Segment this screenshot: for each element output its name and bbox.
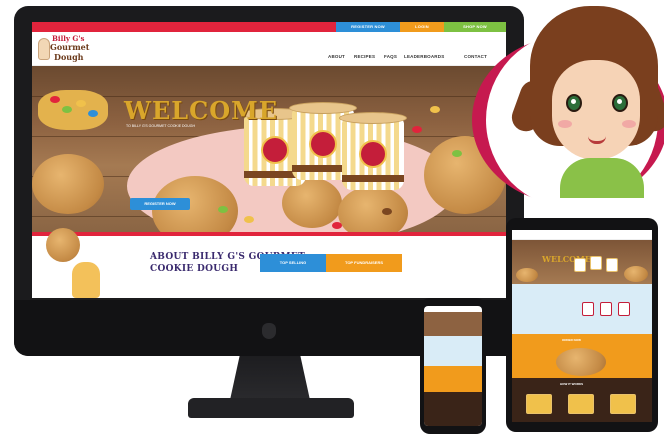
tablet-about-section	[512, 284, 652, 334]
phone-website-screen	[424, 306, 482, 426]
tablet-how-text: HOW IT WORKS	[560, 382, 584, 386]
site-logo[interactable]: Billy G's Gourmet Dough	[38, 34, 94, 64]
girl-shirt	[560, 158, 644, 198]
logo-line-2: Gourmet	[50, 42, 90, 52]
chef-mascot-icon	[38, 38, 50, 60]
phone-order-section	[424, 366, 482, 392]
girl-face	[552, 60, 640, 160]
phone-hero	[424, 312, 482, 336]
register-button[interactable]: REGISTER NOW	[336, 22, 400, 32]
tablet-hero: WELCOME	[512, 240, 652, 284]
nav-contact[interactable]: CONTACT	[464, 54, 487, 59]
phone-about-section	[424, 336, 482, 366]
nav-leaderboards[interactable]: LEADERBOARDS	[404, 54, 444, 59]
cheek	[622, 120, 636, 128]
tab-top-fundraisers[interactable]: TOP FUNDRAISERS	[326, 254, 402, 272]
tablet-order-text: ORDER NOW	[562, 338, 581, 342]
left-eye-icon	[566, 94, 582, 112]
phone-how-it-works	[424, 392, 482, 426]
divider	[32, 232, 506, 236]
mascot-kid-image	[72, 262, 100, 298]
candy-bowl	[38, 90, 108, 130]
cookie-dough-tub	[339, 112, 407, 190]
cheek	[558, 120, 572, 128]
imac-stand-neck	[230, 356, 310, 400]
desktop-website-screen: REGISTER NOW LOGIN SHOP NOW Billy G's Go…	[32, 22, 506, 298]
hero-subtitle: TO BILLY G'S GOURMET COOKIE DOUGH	[126, 124, 196, 128]
apple-logo-icon	[262, 323, 276, 339]
cookie-image	[338, 186, 408, 232]
tablet-order-section: ORDER NOW	[512, 334, 652, 378]
hero-register-button[interactable]: REGISTER NOW	[130, 198, 190, 210]
right-eye-icon	[612, 94, 628, 112]
logo-line-3: Dough	[54, 52, 84, 62]
login-button[interactable]: LOGIN	[400, 22, 444, 32]
hero-banner: WELCOME TO BILLY G'S GOURMET COOKIE DOUG…	[32, 66, 506, 232]
shop-now-button[interactable]: SHOP NOW	[444, 22, 506, 32]
nav-recipes[interactable]: RECIPES	[354, 54, 375, 59]
nav-faqs[interactable]: FAQS	[384, 54, 397, 59]
tablet-how-it-works: HOW IT WORKS	[512, 378, 652, 422]
top-bar: REGISTER NOW LOGIN SHOP NOW	[32, 22, 506, 32]
tab-top-selling[interactable]: TOP SELLING	[260, 254, 326, 272]
hero-title: WELCOME	[124, 96, 278, 125]
tablet-navbar	[512, 230, 652, 240]
about-section: ABOUT BILLY G'S GOURMET COOKIE DOUGH TOP…	[32, 228, 506, 298]
about-title-line-2: COOKIE DOUGH	[150, 264, 239, 274]
cookie-image	[32, 154, 104, 214]
imac-stand-foot	[188, 398, 354, 418]
cookie-image	[46, 228, 80, 262]
tablet-website-screen: WELCOME ORDER NOW HOW IT WORKS	[512, 230, 652, 422]
mockup-stage: REGISTER NOW LOGIN SHOP NOW Billy G's Go…	[0, 0, 664, 435]
main-navbar: Billy G's Gourmet Dough ABOUT RECIPES FA…	[32, 32, 506, 66]
nav-about[interactable]: ABOUT	[328, 54, 345, 59]
